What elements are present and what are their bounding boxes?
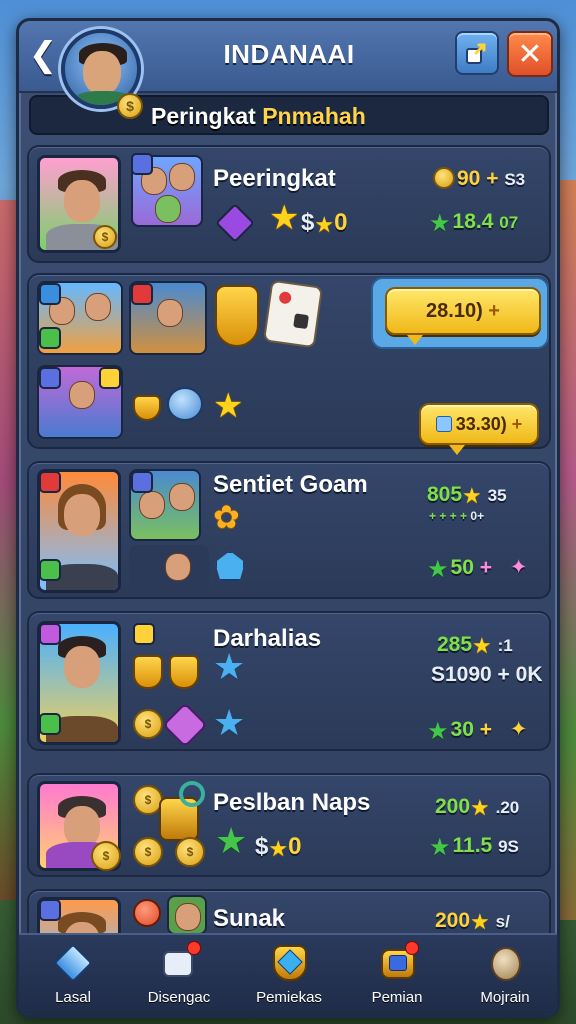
nav-item-mojrain[interactable]: Mojrain: [453, 941, 557, 1013]
stat-primary: 805★ 35: [427, 483, 507, 508]
green-star-icon: ★: [427, 718, 449, 745]
row-title: Darhalias: [213, 625, 322, 652]
class-icon: [39, 471, 61, 493]
class-icon: [39, 559, 61, 581]
class-icon: [39, 623, 61, 645]
subheader-label: Peringkat: [151, 103, 256, 129]
arrow-left-icon: ❮: [28, 36, 58, 74]
leaderboard-row[interactable]: ★ $ ★ Darhalias 285★ :1 S1090 + 0K ★30 +…: [27, 611, 551, 751]
close-icon: ✕: [517, 37, 543, 71]
reward-currency: $: [255, 833, 269, 860]
coin-icon: $: [91, 841, 121, 871]
class-icon: [39, 713, 61, 735]
coin-icon: $: [133, 837, 163, 867]
green-star-icon: ★: [215, 820, 248, 861]
shield-icon: [133, 395, 161, 421]
class-icon: [99, 367, 121, 389]
shield-emblem-icon: [215, 285, 259, 347]
share-icon: [466, 43, 486, 64]
flower-icon: ✿: [213, 499, 240, 535]
class-icon: [39, 899, 61, 921]
stat-secondary: ★50 + ✦: [427, 556, 528, 583]
nav-item-pemiekas[interactable]: Pemiekas: [237, 941, 341, 1013]
coin-icon: $: [175, 837, 205, 867]
reward-currency: $: [301, 209, 315, 236]
leaderboard-row[interactable]: ★ 28.10) + 33.30) +: [27, 273, 551, 455]
sparkle-icon: ✦: [509, 556, 528, 579]
class-icon: [39, 367, 61, 389]
class-icon: [39, 327, 61, 349]
star-icon: ★: [268, 836, 289, 861]
stat-secondary: ★18.4 07: [429, 210, 519, 237]
close-button[interactable]: ✕: [507, 31, 553, 77]
ring-icon: [179, 781, 205, 807]
green-star-icon: ★: [429, 834, 451, 861]
leaderboard-row[interactable]: $ Peeringkat ★ $★0 90 + S3 ★18.4 07: [27, 145, 551, 263]
chest-icon: [377, 941, 419, 983]
blue-star-icon: ★: [213, 702, 246, 743]
stat-primary: 200★ .20: [435, 795, 520, 820]
gem-icon: [162, 702, 208, 748]
shield-gem-icon: [269, 943, 309, 983]
star-icon: ★: [472, 633, 492, 658]
class-icon: [133, 623, 155, 645]
bottom-navigation: Lasal Disengac Pemiekas Pemian Mojrain: [19, 933, 557, 1015]
star-icon: ★: [213, 387, 244, 425]
chat-icon: [159, 941, 201, 983]
star-icon: ★: [269, 199, 300, 237]
class-icon: [131, 471, 153, 493]
egg-icon: [485, 943, 525, 983]
leaderboard-row[interactable]: $ $ $ $ ★ $★0 Peslban Naps 200★ .20 ★11.…: [27, 773, 551, 877]
coin-icon: $: [93, 225, 117, 249]
star-icon: ★: [462, 483, 482, 508]
leaderboard-panel: ❮ INDANAAI ✕ $ Peringkat Pnmahah $ Peeri…: [16, 18, 560, 1018]
share-button[interactable]: [455, 31, 499, 75]
nav-item-disengac[interactable]: Disengac: [127, 941, 231, 1013]
class-icon: [131, 283, 153, 305]
green-star-icon: ★: [429, 210, 451, 237]
star-icon: ★: [470, 909, 490, 934]
stat-secondary: ★30 + ✦: [427, 718, 528, 745]
back-button[interactable]: ❮: [25, 35, 61, 75]
gem-icon: [215, 203, 255, 243]
orb-icon: [167, 387, 203, 421]
class-icon: [131, 153, 153, 175]
leaderboard-row[interactable]: ✿ Sentiet Goam 805★ 35 + + + + 0+ ★50 + …: [27, 461, 551, 599]
shield-icon: [169, 655, 199, 689]
row-title: Sunak: [213, 905, 286, 932]
row-title: Peslban Naps: [213, 789, 371, 816]
coin-badge-icon: $: [117, 93, 143, 119]
coin-icon: $: [133, 709, 163, 739]
row-title: Sentiet Goam: [213, 471, 368, 498]
subheader-accent: Pnmahah: [262, 103, 366, 129]
star-icon: ★: [314, 212, 335, 237]
gem-icon: [53, 943, 93, 983]
star-icon: ★: [470, 795, 490, 820]
team-portrait: [129, 545, 209, 595]
reward-value: 0: [288, 833, 302, 860]
stat-middle: S1090 + 0K: [431, 663, 543, 686]
green-star-icon: ★: [427, 556, 449, 583]
shield-icon: [133, 655, 163, 689]
sparkle-icon: ✦: [509, 718, 528, 741]
nav-item-pemian[interactable]: Pemian: [345, 941, 449, 1013]
page-title: INDANAAI: [223, 39, 355, 69]
pentagon-gem-icon: [215, 551, 245, 581]
coin-icon: [433, 167, 455, 189]
price-button-secondary[interactable]: 33.30) +: [419, 403, 539, 445]
card-icon: [262, 279, 324, 349]
nav-item-lasal[interactable]: Lasal: [21, 941, 125, 1013]
stat-primary: 200★ s/: [435, 909, 510, 934]
row-title: Peeringkat: [213, 165, 336, 192]
badge-icon: [133, 899, 161, 927]
stat-secondary: ★11.5 9S: [429, 834, 519, 861]
stat-primary: 285★ :1: [437, 633, 513, 658]
gem-icon: [435, 416, 452, 432]
class-icon: [39, 283, 61, 305]
blue-star-icon: ★: [213, 646, 246, 687]
team-portrait: [167, 895, 207, 935]
stat-primary: 90 + S3: [433, 167, 525, 191]
price-button-primary[interactable]: 28.10) +: [385, 287, 541, 335]
reward-value: 0: [334, 209, 348, 236]
